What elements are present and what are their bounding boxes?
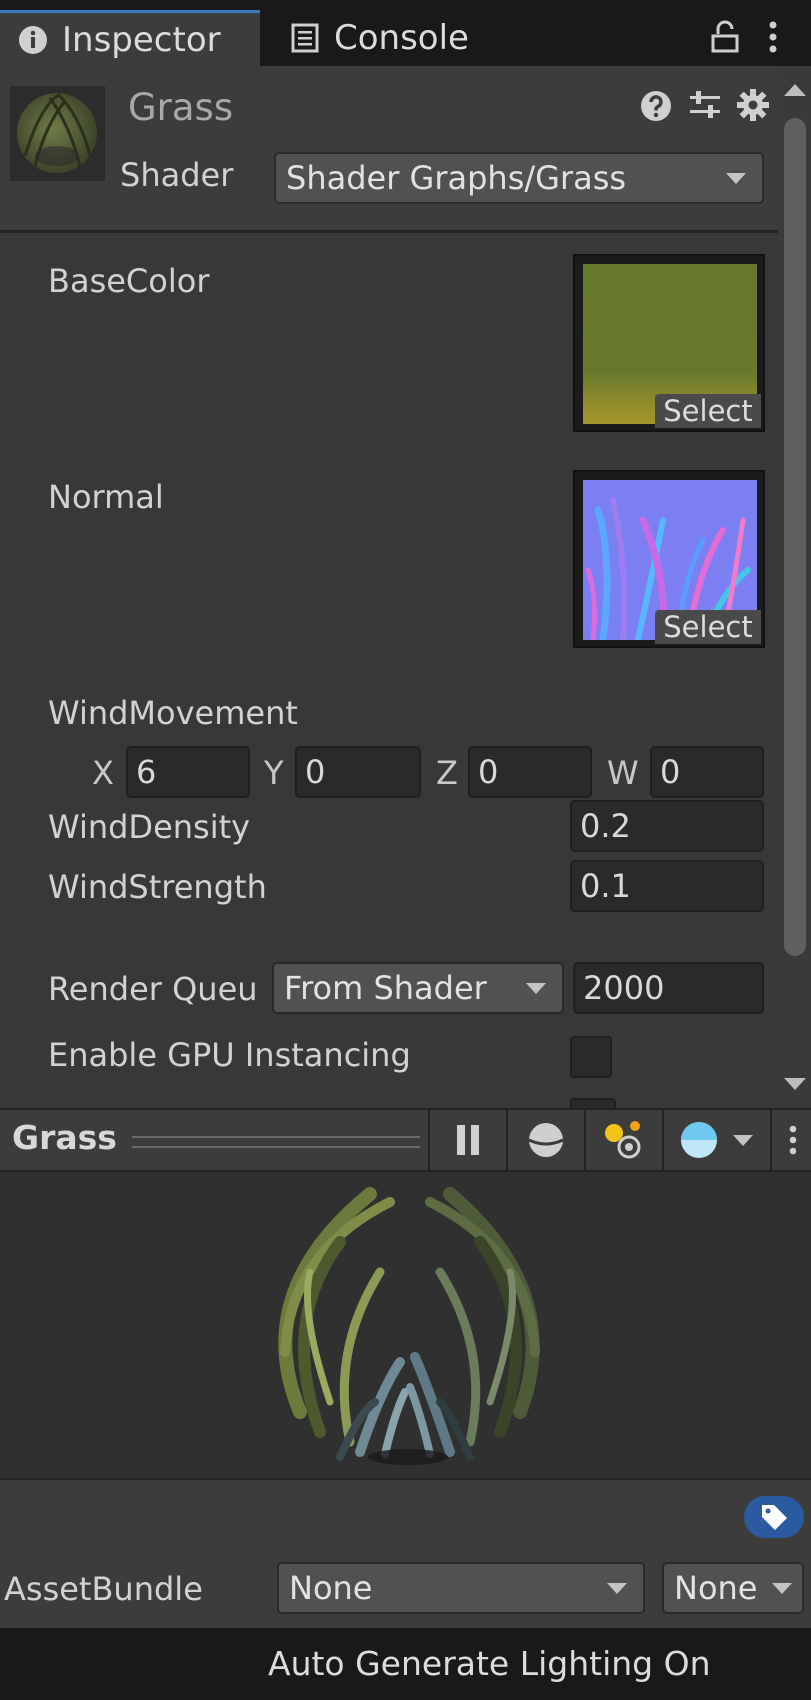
windstrength-label: WindStrength: [48, 868, 267, 906]
render-queue-mode-dropdown[interactable]: From Shader: [272, 962, 564, 1014]
windmovement-label: WindMovement: [48, 694, 298, 732]
more-options-icon[interactable]: [766, 20, 780, 58]
grass-sphere-preview: [278, 1187, 540, 1465]
assetbundle-name-dropdown[interactable]: None: [277, 1562, 645, 1614]
more-options-icon: [789, 1125, 796, 1155]
preview-title: Grass: [12, 1118, 117, 1157]
basecolor-label: BaseColor: [48, 262, 210, 300]
winddensity-field[interactable]: 0.2: [570, 800, 764, 852]
windmovement-y-label: Y: [264, 754, 284, 792]
preview-more-button[interactable]: [770, 1110, 811, 1170]
windstrength-field[interactable]: 0.1: [570, 860, 764, 912]
preview-resize-grip[interactable]: [132, 1136, 420, 1148]
windmovement-w-label: W: [607, 754, 639, 792]
windmovement-z-field[interactable]: 0: [468, 746, 592, 798]
material-name: Grass: [128, 86, 234, 129]
gpu-instancing-checkbox[interactable]: [570, 1036, 612, 1078]
chevron-down-icon: [607, 1583, 627, 1594]
gear-icon[interactable]: [736, 88, 770, 126]
chevron-down-icon: [526, 983, 546, 994]
lights-icon: [605, 1121, 641, 1159]
scrollbar-thumb[interactable]: [784, 118, 806, 956]
shader-dropdown[interactable]: Shader Graphs/Grass: [274, 152, 764, 204]
windmovement-x-field[interactable]: 6: [126, 746, 250, 798]
assetbundle-name-value: None: [289, 1569, 373, 1607]
tag-icon: [762, 1505, 787, 1530]
pause-icon: [457, 1125, 479, 1155]
windmovement-z-label: Z: [436, 754, 458, 792]
gpu-instancing-label: Enable GPU Instancing: [48, 1036, 411, 1074]
assetbundle-variant-value: None: [674, 1569, 758, 1607]
render-queue-mode-value: From Shader: [284, 969, 487, 1007]
scroll-up-arrow-icon[interactable]: [784, 84, 806, 96]
info-icon: [18, 25, 48, 55]
winddensity-label: WindDensity: [48, 808, 251, 846]
clipped-property-row: [40, 1098, 776, 1108]
basecolor-select-button[interactable]: Select: [655, 394, 761, 428]
chevron-down-icon: [733, 1134, 753, 1146]
normal-texture-slot[interactable]: Select: [573, 470, 765, 648]
lock-icon[interactable]: [710, 20, 740, 58]
windmovement-w-field[interactable]: 0: [650, 746, 764, 798]
render-queue-value-field[interactable]: 2000: [573, 962, 764, 1014]
preview-background-dropdown[interactable]: [662, 1110, 768, 1170]
preview-lighting-button[interactable]: [584, 1110, 662, 1170]
material-thumbnail: [10, 86, 105, 181]
normal-label: Normal: [48, 478, 164, 516]
windmovement-x-label: X: [92, 754, 114, 792]
console-icon: [290, 23, 320, 53]
scroll-down-arrow-icon[interactable]: [784, 1078, 806, 1090]
skybox-sphere-icon: [681, 1122, 717, 1158]
asset-labels-button[interactable]: [744, 1496, 804, 1538]
chevron-down-icon: [726, 173, 746, 184]
normal-select-button[interactable]: Select: [655, 610, 761, 644]
assetbundle-label: AssetBundle: [4, 1570, 203, 1608]
help-icon[interactable]: [640, 90, 672, 126]
windmovement-y-field[interactable]: 0: [295, 746, 421, 798]
tab-inspector-label: Inspector: [62, 19, 221, 60]
sphere-mesh-icon: [528, 1123, 564, 1157]
material-preview-area[interactable]: [0, 1172, 811, 1478]
tab-console[interactable]: Console: [264, 10, 504, 66]
presets-icon[interactable]: [688, 88, 722, 126]
pause-button[interactable]: [428, 1110, 506, 1170]
tab-console-label: Console: [334, 18, 469, 58]
basecolor-texture-slot[interactable]: Select: [573, 254, 765, 432]
preview-mesh-button[interactable]: [506, 1110, 584, 1170]
chevron-down-icon: [772, 1583, 792, 1594]
status-text[interactable]: Auto Generate Lighting On: [268, 1644, 711, 1683]
assetbundle-variant-dropdown[interactable]: None: [662, 1562, 804, 1614]
render-queue-label: Render Queu: [48, 970, 258, 1008]
shader-dropdown-value: Shader Graphs/Grass: [286, 159, 627, 197]
shader-label: Shader: [120, 156, 234, 194]
tab-inspector[interactable]: Inspector: [0, 10, 260, 66]
